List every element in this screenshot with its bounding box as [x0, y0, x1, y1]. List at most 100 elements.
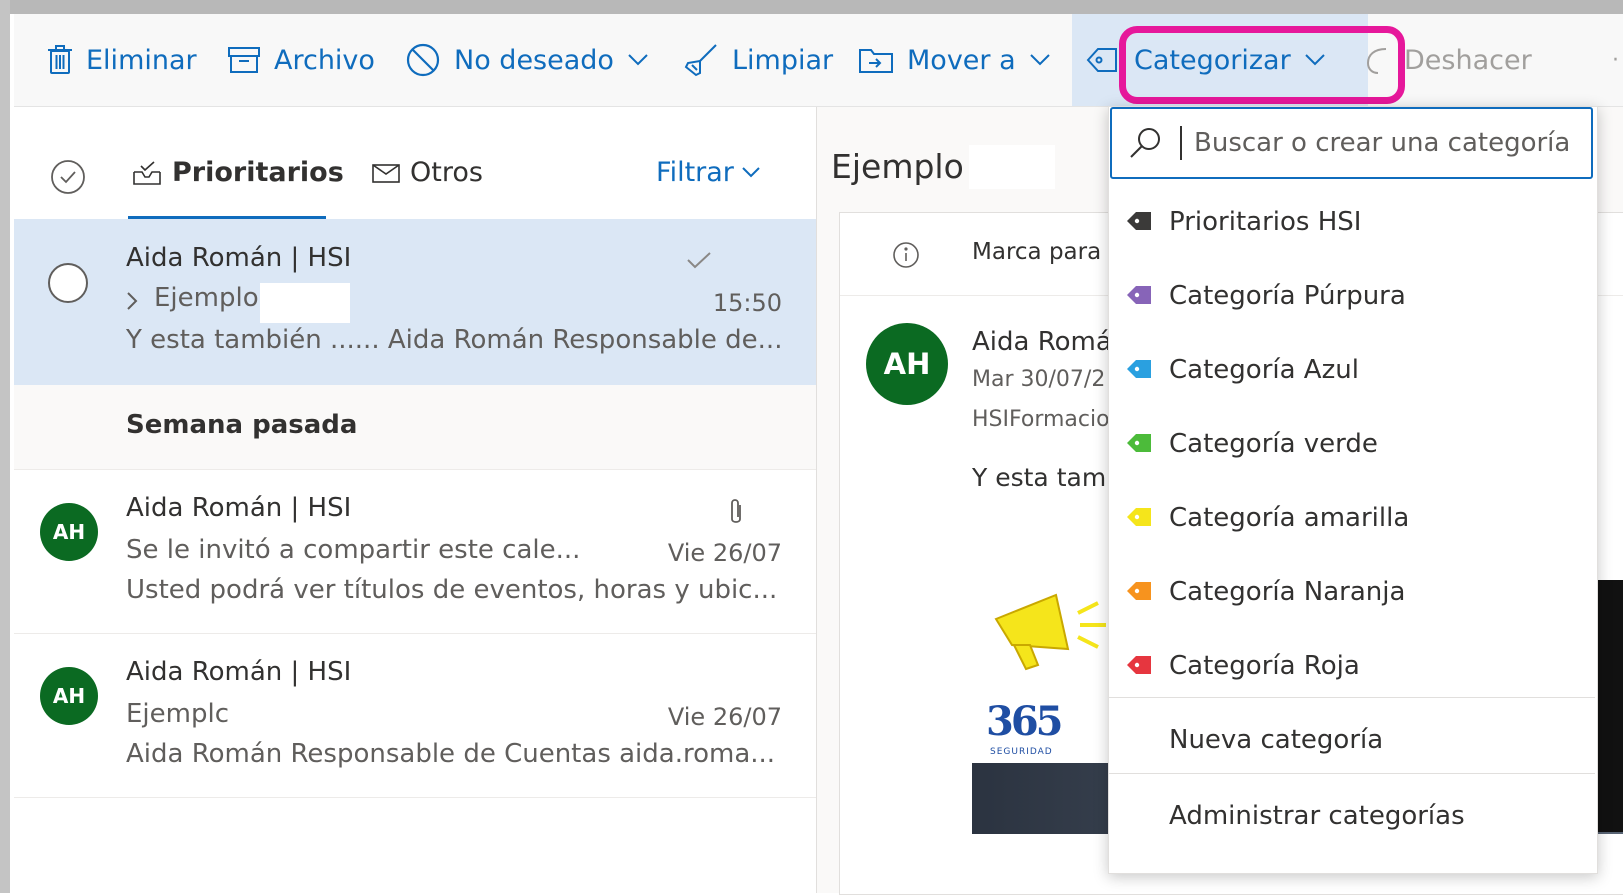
categorize-dropdown: Prioritarios HSI Categoría Púrpura Categ…: [1108, 106, 1598, 874]
category-label: Prioritarios HSI: [1169, 207, 1362, 237]
manage-categories-item[interactable]: Administrar categorías: [1109, 779, 1595, 853]
message-preview: Y esta también ...... Aida Román Respons…: [126, 325, 783, 355]
search-icon: [1128, 126, 1162, 160]
window-left-border: [0, 0, 10, 893]
manage-categories-label: Administrar categorías: [1169, 801, 1465, 831]
message-time: Vie 26/07: [667, 703, 782, 731]
logo-subtitle: SEGURIDAD: [990, 747, 1053, 757]
chevron-down-icon: [742, 167, 760, 178]
category-tag-icon: [1125, 431, 1155, 461]
category-search-input[interactable]: [1194, 128, 1584, 158]
info-icon: [892, 241, 920, 273]
delete-label: Eliminar: [86, 44, 197, 76]
categorize-label: Categorizar: [1134, 44, 1291, 76]
attachment-icon: [728, 497, 744, 531]
avatar: AH: [40, 667, 98, 725]
move-to-label: Mover a: [907, 44, 1016, 76]
redaction-block: [260, 283, 350, 323]
message-item[interactable]: AH Aida Román | HSI Se le invitó a compa…: [14, 469, 816, 634]
trash-icon: [48, 45, 72, 75]
menu-divider: [1109, 773, 1595, 774]
more-actions-icon[interactable]: ·: [1612, 14, 1619, 106]
sent-date: Mar 30/07/2: [972, 367, 1106, 392]
move-to-button[interactable]: Mover a: [859, 14, 1050, 106]
tag-icon: [1086, 45, 1120, 75]
chevron-right-icon: [126, 291, 138, 315]
category-item-azul[interactable]: Categoría Azul: [1109, 333, 1595, 407]
category-tag-icon: [1125, 357, 1155, 387]
message-list-pane: Prioritarios Otros Filtrar Aida Román | …: [14, 107, 817, 893]
megaphone-icon: [994, 593, 1106, 671]
category-item-verde[interactable]: Categoría verde: [1109, 407, 1595, 481]
chevron-down-icon: [1029, 54, 1050, 66]
inbox-icon: [132, 160, 162, 186]
block-icon: [406, 43, 440, 77]
category-item-purpura[interactable]: Categoría Púrpura: [1109, 259, 1595, 333]
delete-button[interactable]: Eliminar: [48, 14, 197, 106]
sweep-button[interactable]: Limpiar: [684, 14, 833, 106]
message-sender: Aida Román | HSI: [126, 657, 352, 687]
select-message-checkbox[interactable]: [48, 263, 88, 303]
message-subject: Ejemplo: [154, 283, 259, 313]
broom-icon: [684, 43, 718, 77]
tab-otros[interactable]: Otros: [372, 157, 483, 188]
group-header: Semana pasada: [14, 385, 816, 470]
category-item-amarilla[interactable]: Categoría amarilla: [1109, 481, 1595, 555]
category-item-naranja[interactable]: Categoría Naranja: [1109, 555, 1595, 629]
undo-icon: [1364, 45, 1390, 75]
select-all-checkbox[interactable]: [50, 159, 86, 199]
tab-prioritarios-label: Prioritarios: [172, 157, 344, 188]
mail-icon: [372, 162, 402, 184]
recipient: HSIFormacio: [972, 407, 1110, 432]
chevron-down-icon: [628, 54, 648, 66]
message-preview: Usted podrá ver títulos de eventos, hora…: [126, 575, 778, 605]
categorize-button[interactable]: Categorizar: [1072, 14, 1368, 106]
category-label: Categoría Púrpura: [1169, 281, 1406, 311]
category-item-roja[interactable]: Categoría Roja: [1109, 629, 1595, 703]
category-tag-icon: [1125, 283, 1155, 313]
message-time: 15:50: [712, 289, 782, 317]
sweep-label: Limpiar: [732, 44, 834, 76]
text-cursor: [1180, 126, 1182, 160]
message-subject: Ejemplc: [126, 699, 229, 729]
category-tag-icon: [1125, 579, 1155, 609]
category-label: Categoría Naranja: [1169, 577, 1406, 607]
read-check-icon: [686, 251, 712, 273]
new-category-label: Nueva categoría: [1169, 725, 1384, 755]
focused-other-tabs: Prioritarios Otros Filtrar: [14, 107, 816, 223]
undo-button[interactable]: Deshacer: [1364, 14, 1532, 106]
sender-avatar: AH: [866, 323, 948, 405]
group-header-label: Semana pasada: [126, 410, 358, 440]
logo-365: 365: [986, 698, 1063, 745]
message-sender: Aida Román | HSI: [126, 493, 352, 523]
tab-otros-label: Otros: [410, 157, 483, 188]
archive-icon: [228, 46, 260, 74]
message-item[interactable]: AH Aida Román | HSI Ejemplc Vie 26/07 Ai…: [14, 633, 816, 798]
junk-button[interactable]: No deseado: [406, 14, 648, 106]
banner-edge-image: [1598, 580, 1623, 832]
archive-button[interactable]: Archivo: [228, 14, 375, 106]
message-item[interactable]: Aida Román | HSI Ejemplo 15:50 Y esta ta…: [14, 219, 816, 386]
category-label: Categoría Azul: [1169, 355, 1359, 385]
message-sender: Aida Román | HSI: [126, 243, 352, 273]
junk-label: No deseado: [454, 44, 614, 76]
sender-name[interactable]: Aida Romá: [972, 327, 1112, 357]
new-category-item[interactable]: Nueva categoría: [1109, 703, 1595, 777]
window-top-border: [0, 0, 1623, 14]
category-tag-icon: [1125, 209, 1155, 239]
tab-prioritarios[interactable]: Prioritarios: [132, 157, 344, 188]
category-item-prioritarios-hsi[interactable]: Prioritarios HSI: [1109, 185, 1595, 259]
chevron-down-icon: [1304, 54, 1325, 66]
archive-label: Archivo: [274, 44, 375, 76]
message-subject: Se le invitó a compartir este cale...: [126, 535, 581, 565]
category-label: Categoría verde: [1169, 429, 1378, 459]
category-search-box[interactable]: [1110, 107, 1593, 179]
info-text: Marca para s: [972, 239, 1121, 265]
menu-divider: [1109, 697, 1595, 698]
message-time: Vie 26/07: [667, 539, 782, 567]
category-tag-icon: [1125, 653, 1155, 683]
filter-button[interactable]: Filtrar: [656, 157, 760, 188]
message-preview: Aida Román Responsable de Cuentas aida.r…: [126, 739, 776, 769]
category-label: Categoría Roja: [1169, 651, 1360, 681]
category-tag-icon: [1125, 505, 1155, 535]
